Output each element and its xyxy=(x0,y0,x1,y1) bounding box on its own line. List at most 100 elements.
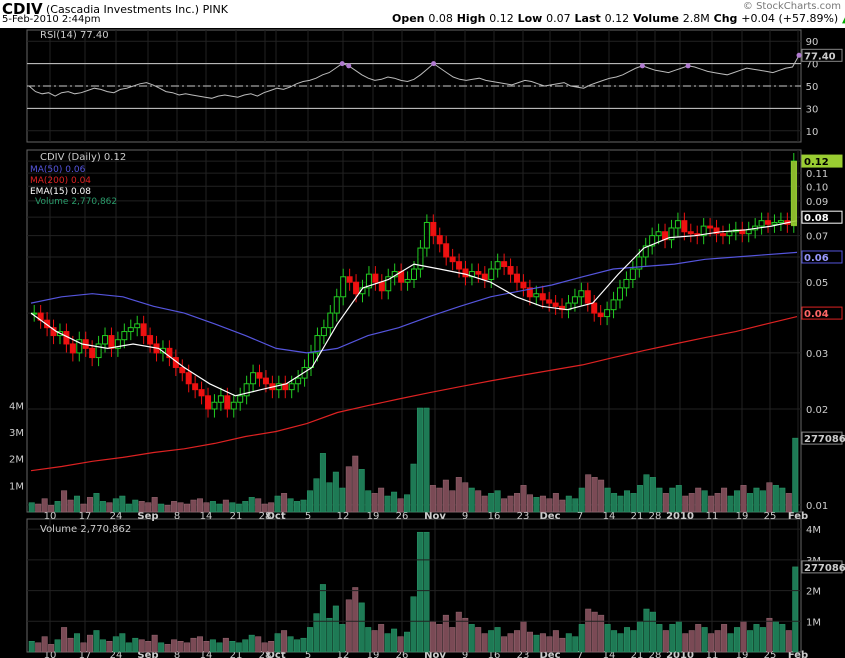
candle-body xyxy=(449,256,456,263)
volume-bar xyxy=(80,642,87,653)
candle-body xyxy=(758,220,765,227)
volume-bar xyxy=(99,639,106,653)
volume-bar xyxy=(734,627,741,653)
volume-overlay-bar xyxy=(772,485,779,513)
volume-bar xyxy=(378,624,385,653)
volume-overlay-bar xyxy=(436,487,443,513)
volume-overlay-bar xyxy=(99,501,106,513)
rsi-overbought-marker xyxy=(346,63,352,69)
volume-overlay-bar xyxy=(294,501,301,513)
volume-bar xyxy=(54,639,61,653)
x-tick-label: 16 xyxy=(488,511,501,522)
volume-bar xyxy=(235,642,242,653)
volume-bar xyxy=(28,641,35,653)
x-tick-label: 17 xyxy=(79,511,92,522)
price-tick-label: 0.07 xyxy=(806,232,828,243)
volume-overlay-bar xyxy=(598,479,605,513)
candle-body xyxy=(217,395,224,403)
candle-body xyxy=(681,220,688,233)
volume-overlay-bar xyxy=(792,437,799,513)
volume-bar xyxy=(546,636,553,653)
volume-overlay-bar xyxy=(514,493,521,513)
volume-overlay-bar xyxy=(734,490,741,513)
volume-bar xyxy=(714,630,721,653)
volume-bar xyxy=(222,637,229,653)
candle-body xyxy=(584,290,591,304)
volume-overlay-bar xyxy=(35,503,42,513)
x-tick-label: Sep xyxy=(137,511,158,522)
x-tick-label: 19 xyxy=(367,511,380,522)
candle-body xyxy=(507,266,514,275)
volume-bar xyxy=(598,614,605,653)
candle-body xyxy=(745,229,752,235)
volume-overlay-bar xyxy=(48,505,55,513)
volume-overlay-bar xyxy=(701,490,708,513)
volume-bar xyxy=(300,637,307,653)
volume-overlay-bar xyxy=(67,499,74,513)
volume-overlay-bar xyxy=(125,503,132,513)
x-tick-label: 26 xyxy=(396,511,409,522)
volume-bar xyxy=(429,621,436,653)
volume-overlay-bar xyxy=(468,487,475,513)
volume-overlay-bar xyxy=(132,499,139,513)
volume-bar xyxy=(384,633,391,653)
volume-bar xyxy=(656,624,663,653)
volume-bar xyxy=(371,630,378,653)
volume-bar xyxy=(708,633,715,653)
volume-bar xyxy=(74,633,81,653)
volume-bar xyxy=(746,630,753,653)
volume-overlay-bar xyxy=(300,499,307,513)
candle-body xyxy=(629,268,636,280)
volume-bar xyxy=(397,636,404,653)
volume-overlay-bar xyxy=(785,493,792,513)
volume-overlay-bar xyxy=(112,498,119,513)
x-tick-label: 11 xyxy=(706,511,719,522)
volume-overlay-bar xyxy=(145,502,152,513)
volume-bar xyxy=(339,624,346,653)
volume-overlay-bar xyxy=(28,502,35,513)
volume-overlay-bar xyxy=(404,494,411,513)
volume-bar xyxy=(86,634,93,653)
x-tick-label: Feb xyxy=(788,511,808,522)
x-tick-label: Dec xyxy=(539,511,560,522)
price-tick-label: 0.10 xyxy=(806,182,828,193)
volume-overlay-bar xyxy=(209,501,216,513)
candle-body xyxy=(121,331,128,341)
volume-overlay-bar xyxy=(695,487,702,513)
candle-body xyxy=(198,389,205,397)
volume-bar xyxy=(740,621,747,653)
volume-overlay-bar xyxy=(61,490,68,513)
volume-bar xyxy=(281,630,288,653)
volume-bar xyxy=(779,624,786,653)
x-tick-label: 25 xyxy=(764,511,777,522)
price-tick-label: 0.01 xyxy=(806,501,828,512)
candle-body xyxy=(314,335,321,354)
x-tick-label: 5 xyxy=(305,511,311,522)
volume-overlay-bar xyxy=(326,482,333,513)
volume-overlay-bar xyxy=(455,477,462,513)
volume-overlay-bar xyxy=(565,495,572,513)
volume-overlay-bar xyxy=(636,485,643,513)
volume-overlay-bar xyxy=(319,453,326,513)
volume-overlay-bar xyxy=(591,477,598,513)
volume-bar xyxy=(229,641,236,653)
volume-overlay-bar xyxy=(41,498,48,513)
volume-bar xyxy=(481,633,488,653)
price-last-badge: 0.12 xyxy=(804,157,829,168)
volume-bar xyxy=(701,627,708,653)
volume-bar xyxy=(533,634,540,653)
volume-overlay-bar xyxy=(526,494,533,513)
candle-body xyxy=(520,281,527,289)
volume-bar xyxy=(345,599,352,653)
volume-overlay-bar xyxy=(190,499,197,513)
volume-overlay-bar xyxy=(242,501,249,513)
volume-overlay-bar xyxy=(624,490,631,513)
volume-bar xyxy=(365,627,372,653)
volume-bar xyxy=(559,637,566,653)
candle-body xyxy=(320,327,327,337)
ma50-legend: MA(50) 0.06 xyxy=(30,165,86,175)
volume-overlay-bar xyxy=(546,498,553,513)
volume-bar xyxy=(514,630,521,653)
volume-overlay-bar xyxy=(721,487,728,513)
candle-body xyxy=(224,395,231,410)
